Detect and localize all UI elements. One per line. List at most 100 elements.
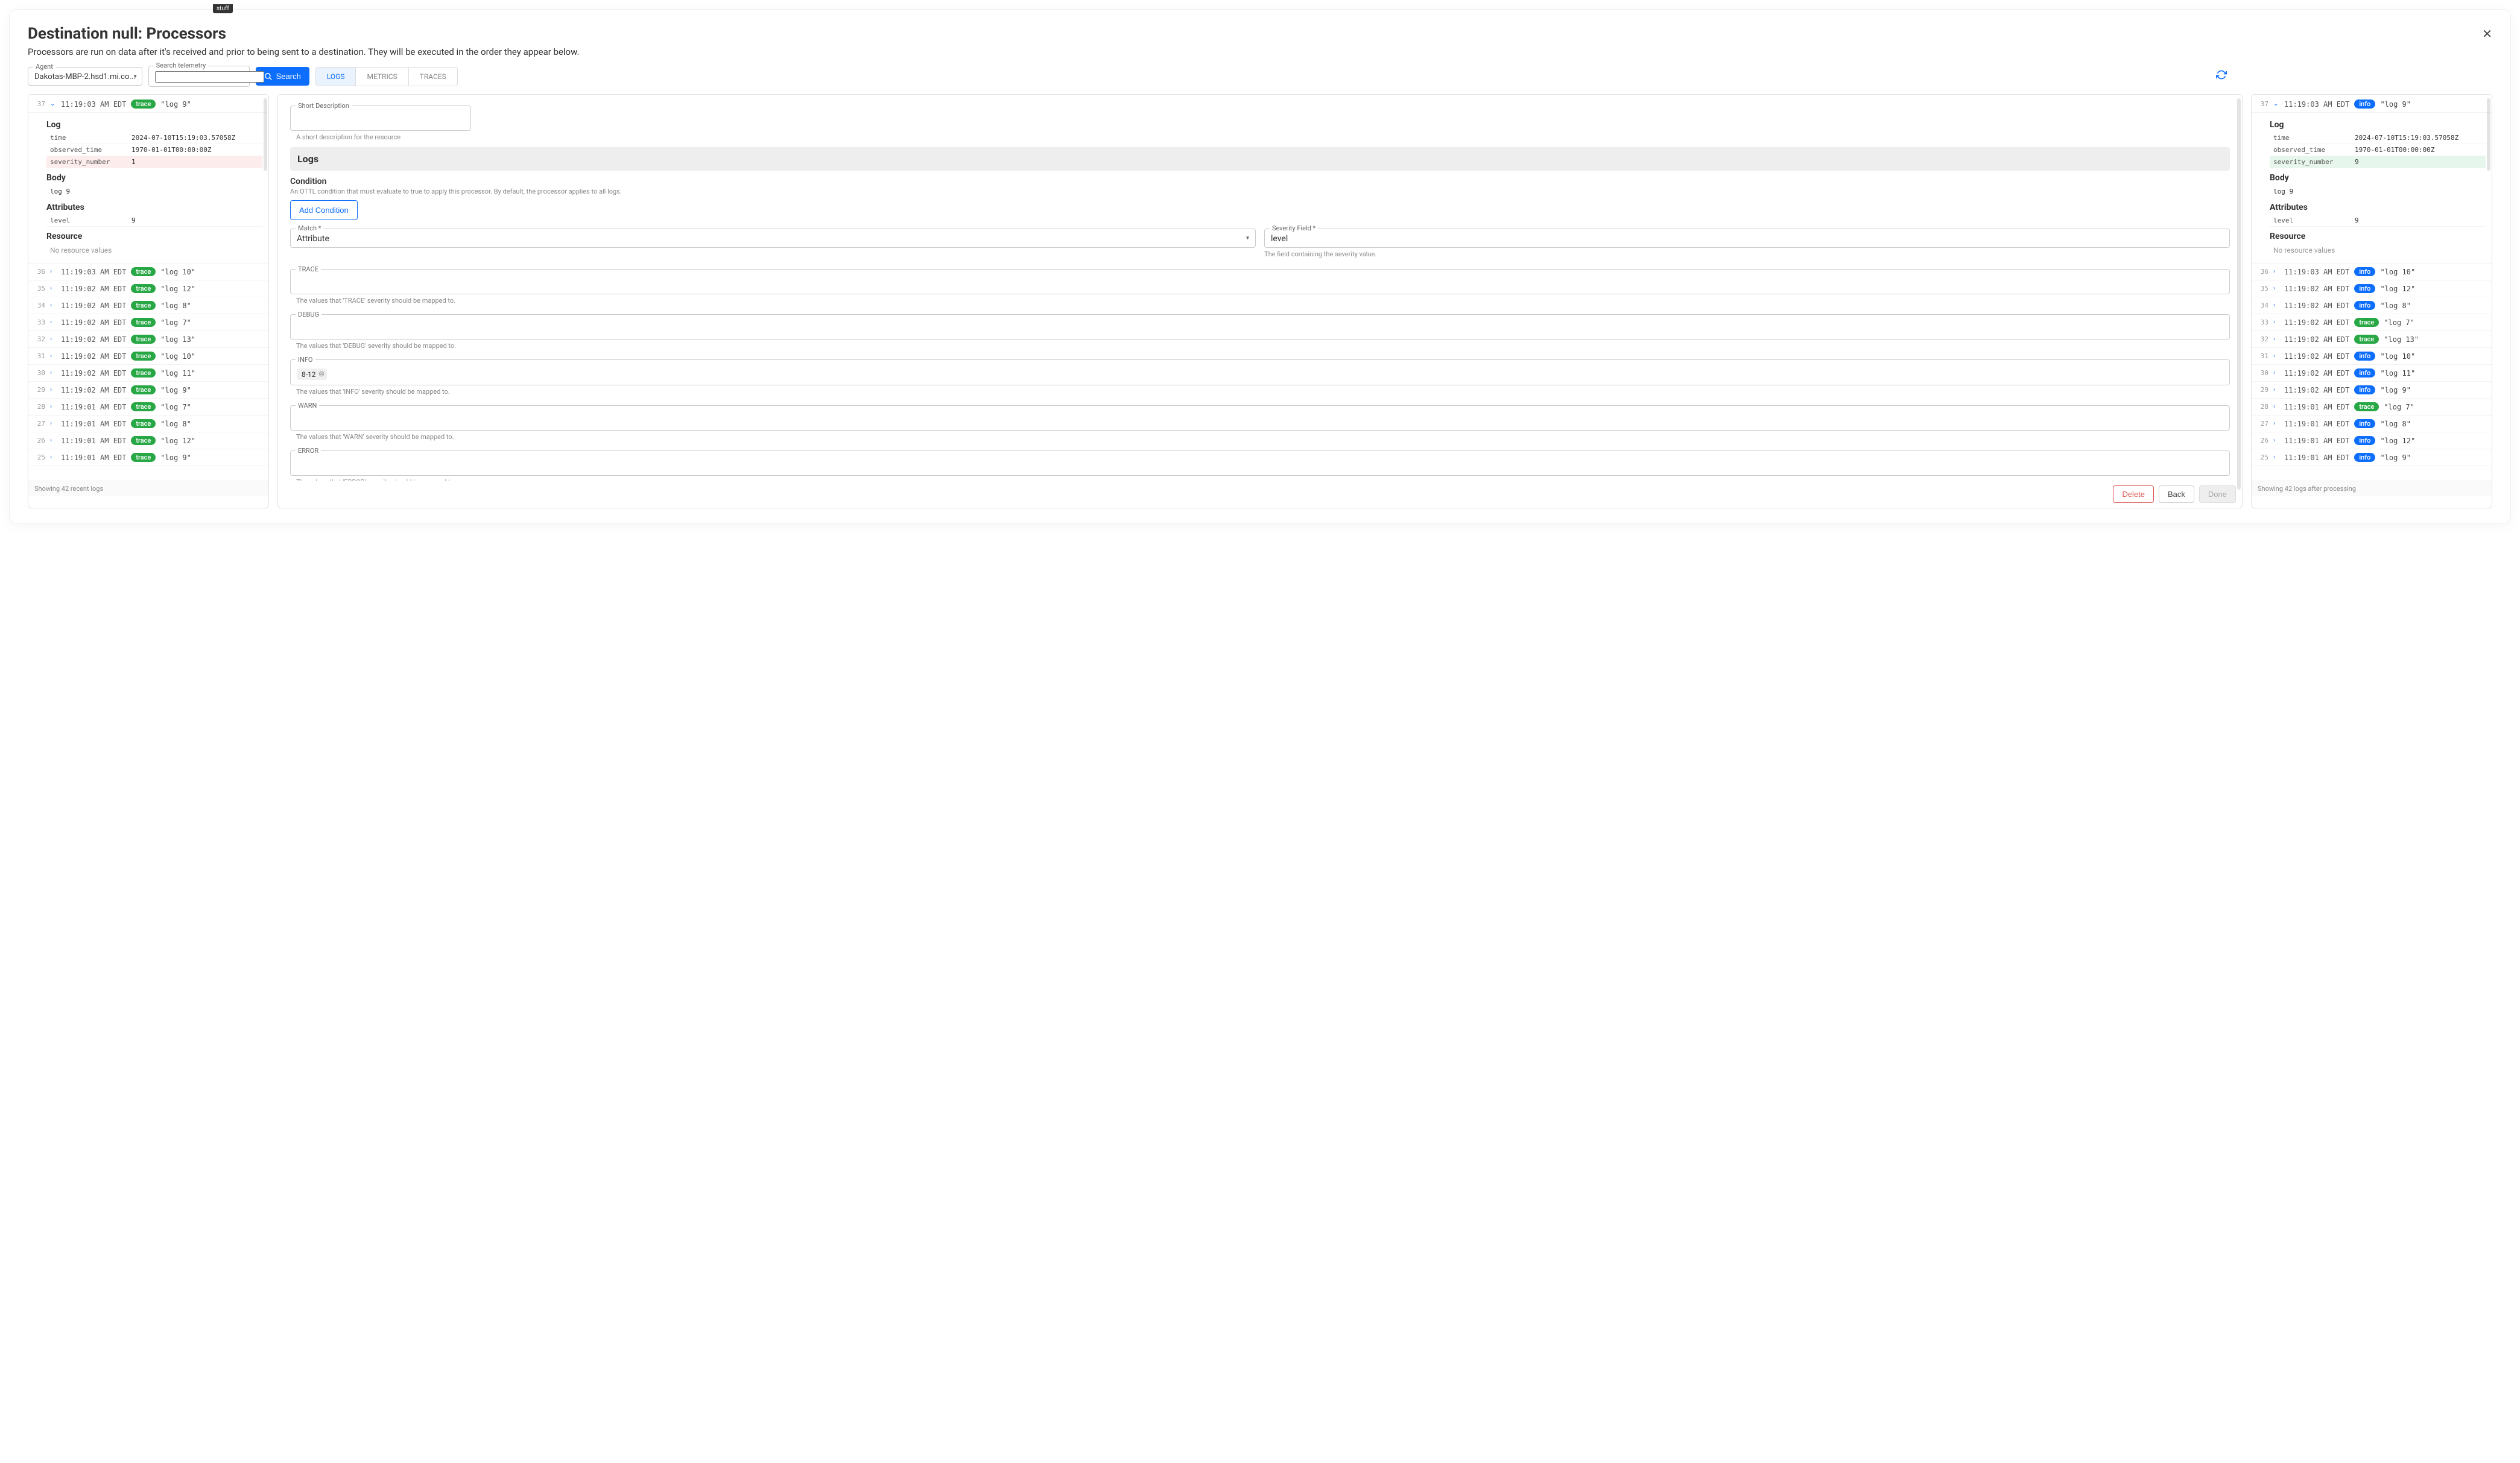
severity-pill: info: [2354, 436, 2375, 445]
severity-trace-input[interactable]: [297, 278, 2223, 287]
severity-pill: info: [2354, 385, 2375, 394]
delete-button[interactable]: Delete: [2113, 485, 2154, 503]
severity-debug-field[interactable]: DEBUG: [290, 311, 2230, 340]
condition-heading: Condition: [290, 177, 2230, 186]
severity-chip[interactable]: 8-12⊗: [297, 368, 327, 380]
severity-pill: trace: [131, 284, 156, 293]
log-row[interactable]: 26 › 11:19:01 AM EDT info "log 12": [2252, 432, 2492, 449]
remove-chip-icon[interactable]: ⊗: [318, 370, 325, 379]
severity-pill: trace: [131, 436, 156, 445]
severity-warn-input[interactable]: [297, 414, 2223, 423]
log-kv-row: time2024-07-10T15:19:03.57058Z: [46, 132, 262, 144]
severity-warn-field[interactable]: WARN: [290, 402, 2230, 431]
severity-pill: trace: [131, 453, 156, 462]
severity-pill: info: [2354, 284, 2375, 293]
log-row-expanded-header[interactable]: 37 ⌄ 11:19:03 AM EDT trace "log 9": [28, 96, 268, 113]
severity-pill: trace: [131, 352, 156, 361]
severity-info-field[interactable]: INFO 8-12⊗: [290, 356, 2230, 385]
log-row[interactable]: 34 › 11:19:02 AM EDT trace "log 8": [28, 297, 268, 314]
severity-pill: trace: [131, 100, 156, 109]
chevron-down-icon: ⌄: [50, 101, 56, 107]
chevron-right-icon: ›: [50, 319, 56, 326]
severity-error-input[interactable]: [297, 460, 2223, 469]
chevron-right-icon: ›: [50, 437, 56, 444]
done-button: Done: [2199, 485, 2236, 503]
search-input-wrap[interactable]: Search telemetry: [148, 66, 250, 87]
log-row[interactable]: 35 › 11:19:02 AM EDT trace "log 12": [28, 280, 268, 297]
tab-logs[interactable]: LOGS: [316, 68, 356, 86]
log-row[interactable]: 33 › 11:19:02 AM EDT trace "log 7": [2252, 314, 2492, 331]
log-row[interactable]: 30 › 11:19:02 AM EDT info "log 11": [2252, 365, 2492, 382]
log-row[interactable]: 32 › 11:19:02 AM EDT trace "log 13": [2252, 331, 2492, 348]
tab-traces[interactable]: TRACES: [409, 68, 457, 86]
severity-pill: info: [2354, 301, 2375, 310]
short-description-input[interactable]: [297, 115, 464, 124]
severity-trace-field[interactable]: TRACE: [290, 265, 2230, 294]
condition-desc: An OTTL condition that must evaluate to …: [290, 188, 2230, 195]
add-condition-button[interactable]: Add Condition: [290, 200, 358, 220]
chevron-right-icon: ›: [2273, 387, 2279, 393]
log-row[interactable]: 27 › 11:19:01 AM EDT trace "log 8": [28, 416, 268, 432]
match-select[interactable]: Match * Attribute ▾: [290, 229, 1256, 248]
log-row[interactable]: 33 › 11:19:02 AM EDT trace "log 7": [28, 314, 268, 331]
log-row-expanded-body: Log time2024-07-10T15:19:03.57058Zobserv…: [2252, 113, 2492, 264]
log-row[interactable]: 32 › 11:19:02 AM EDT trace "log 13": [28, 331, 268, 348]
log-row[interactable]: 27 › 11:19:01 AM EDT info "log 8": [2252, 416, 2492, 432]
chevron-right-icon: ›: [50, 387, 56, 393]
resource-section: Resource: [46, 232, 262, 241]
severity-error-field[interactable]: ERROR: [290, 447, 2230, 476]
log-row[interactable]: 29 › 11:19:02 AM EDT trace "log 9": [28, 382, 268, 399]
severity-pill: info: [2354, 419, 2375, 428]
severity-pill: info: [2354, 352, 2375, 361]
corner-tag: stuff: [213, 4, 233, 13]
log-row[interactable]: 34 › 11:19:02 AM EDT info "log 8": [2252, 297, 2492, 314]
search-input[interactable]: [155, 71, 264, 83]
log-row[interactable]: 31 › 11:19:02 AM EDT trace "log 10": [28, 348, 268, 365]
log-row[interactable]: 30 › 11:19:02 AM EDT trace "log 11": [28, 365, 268, 382]
log-row[interactable]: 36 › 11:19:03 AM EDT trace "log 10": [28, 264, 268, 280]
chevron-right-icon: ›: [2273, 268, 2279, 275]
chevron-right-icon: ›: [2273, 370, 2279, 376]
log-kv-row: severity_number1: [46, 156, 262, 168]
telemetry-tabs: LOGS METRICS TRACES: [315, 67, 458, 86]
agent-label: Agent: [33, 63, 55, 71]
severity-info-help: The values that 'INFO' severity should b…: [296, 388, 2230, 396]
chevron-right-icon: ›: [2273, 336, 2279, 343]
close-icon[interactable]: ✕: [2482, 27, 2492, 41]
chevron-right-icon: ›: [2273, 285, 2279, 292]
severity-pill: trace: [131, 419, 156, 428]
back-button[interactable]: Back: [2159, 485, 2194, 503]
log-row[interactable]: 35 › 11:19:02 AM EDT info "log 12": [2252, 280, 2492, 297]
tab-metrics[interactable]: METRICS: [356, 68, 408, 86]
log-row[interactable]: 29 › 11:19:02 AM EDT info "log 9": [2252, 382, 2492, 399]
severity-pill: trace: [2354, 318, 2379, 327]
scrollbar[interactable]: [264, 98, 267, 171]
chevron-down-icon: ▾: [1246, 235, 1249, 242]
chevron-right-icon: ›: [2273, 353, 2279, 359]
agent-select[interactable]: Agent Dakotas-MBP-2.hsd1.mi.co... ▾: [28, 67, 142, 86]
chevron-right-icon: ›: [2273, 437, 2279, 444]
log-row[interactable]: 28 › 11:19:01 AM EDT trace "log 7": [28, 399, 268, 416]
chevron-right-icon: ›: [50, 370, 56, 376]
log-row[interactable]: 28 › 11:19:01 AM EDT trace "log 7": [2252, 399, 2492, 416]
severity-pill: info: [2354, 100, 2375, 109]
log-row[interactable]: 36 › 11:19:03 AM EDT info "log 10": [2252, 264, 2492, 280]
severity-pill: trace: [2354, 335, 2379, 344]
severity-pill: trace: [131, 402, 156, 411]
log-row[interactable]: 25 › 11:19:01 AM EDT info "log 9": [2252, 449, 2492, 466]
short-description-field[interactable]: Short Description: [290, 102, 471, 131]
log-row-expanded-header[interactable]: 37 ⌄ 11:19:03 AM EDT info "log 9": [2252, 96, 2492, 113]
severity-trace-help: The values that 'TRACE' severity should …: [296, 297, 2230, 305]
scrollbar[interactable]: [2487, 98, 2490, 171]
refresh-icon[interactable]: [2216, 69, 2227, 83]
attr-kv-row: level9: [2270, 215, 2486, 227]
severity-debug-input[interactable]: [297, 323, 2223, 332]
search-icon: [264, 72, 273, 81]
log-row[interactable]: 25 › 11:19:01 AM EDT trace "log 9": [28, 449, 268, 466]
chevron-right-icon: ›: [2273, 319, 2279, 326]
log-row[interactable]: 26 › 11:19:01 AM EDT trace "log 12": [28, 432, 268, 449]
log-row[interactable]: 31 › 11:19:02 AM EDT info "log 10": [2252, 348, 2492, 365]
severity-field-input[interactable]: Severity Field * level: [1264, 229, 2230, 248]
log-kv-row: time2024-07-10T15:19:03.57058Z: [2270, 132, 2486, 144]
scrollbar[interactable]: [2237, 98, 2241, 490]
